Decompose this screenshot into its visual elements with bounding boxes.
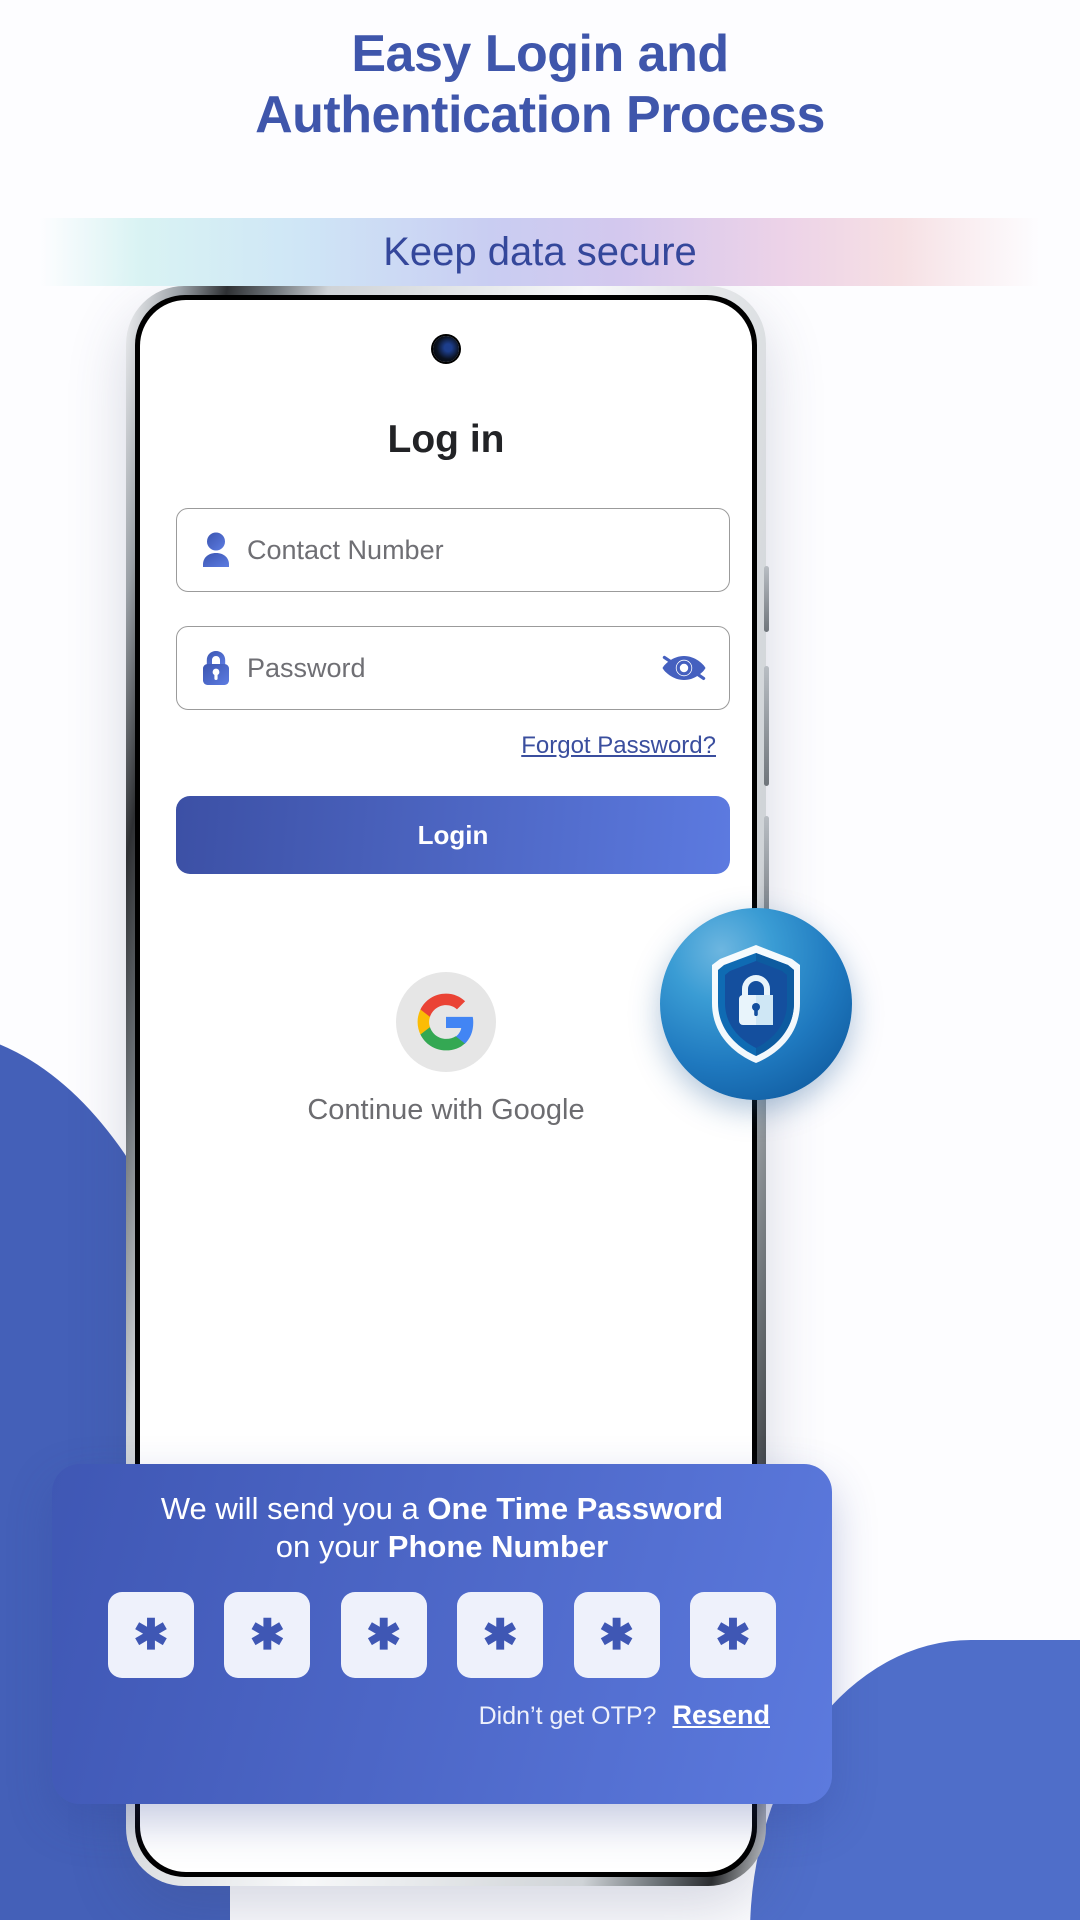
promo-subtitle-band: Keep data secure — [40, 218, 1040, 286]
otp-digit-box[interactable]: ✱ — [108, 1591, 194, 1678]
otp-input-group: ✱ ✱ ✱ ✱ ✱ ✱ — [86, 1591, 798, 1678]
promo-subtitle: Keep data secure — [383, 230, 697, 274]
user-icon — [197, 530, 235, 570]
front-camera-icon — [433, 336, 459, 362]
promo-headline: Easy Login and Authentication Process — [0, 24, 1080, 147]
google-icon — [396, 972, 496, 1072]
otp-digit-box[interactable]: ✱ — [340, 1591, 427, 1678]
otp-digit-box[interactable]: ✱ — [224, 1591, 311, 1678]
headline-line-1: Easy Login and — [351, 25, 729, 83]
resend-link[interactable]: Resend — [672, 1700, 770, 1731]
otp-digit-box[interactable]: ✱ — [573, 1591, 660, 1678]
contact-number-field[interactable]: Contact Number — [176, 508, 730, 592]
phone-side-button-mute — [764, 566, 769, 632]
otp-message-line2-prefix: on your — [275, 1528, 388, 1564]
otp-resend-row: Didn’t get OTP? Resend — [86, 1700, 798, 1731]
otp-message-prefix: We will send you a — [160, 1491, 428, 1526]
contact-number-placeholder: Contact Number — [247, 534, 444, 565]
forgot-password-link[interactable]: Forgot Password? — [521, 732, 716, 760]
otp-message-bold: One Time Password — [427, 1491, 724, 1526]
lock-icon — [197, 648, 235, 688]
promo-screenshot: Easy Login and Authentication Process Ke… — [0, 0, 1080, 1920]
otp-message-line2-bold: Phone Number — [387, 1528, 609, 1564]
password-placeholder: Password — [247, 652, 366, 683]
phone-side-button-volume — [764, 666, 769, 786]
didnt-get-otp-label: Didn’t get OTP? — [478, 1701, 657, 1730]
otp-digit-box[interactable]: ✱ — [689, 1591, 776, 1678]
otp-card: We will send you a One Time Password on … — [52, 1464, 832, 1804]
otp-message: We will send you a One Time Password on … — [86, 1490, 798, 1566]
continue-with-google-label: Continue with Google — [307, 1094, 585, 1126]
otp-digit-box[interactable]: ✱ — [457, 1591, 544, 1678]
login-button[interactable]: Login — [176, 796, 730, 874]
page-title: Log in — [387, 418, 505, 461]
eye-icon[interactable] — [659, 648, 709, 688]
password-field[interactable]: Password — [176, 626, 730, 710]
headline-line-2: Authentication Process — [255, 86, 825, 145]
shield-lock-icon — [660, 908, 852, 1100]
